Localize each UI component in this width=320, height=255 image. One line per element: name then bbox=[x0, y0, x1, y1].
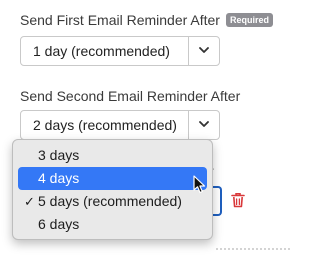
first-reminder-select[interactable]: 1 day (recommended) bbox=[20, 36, 220, 66]
option-label: 3 days bbox=[38, 147, 80, 163]
option-3-days[interactable]: 3 days bbox=[18, 144, 207, 167]
mouse-pointer-icon bbox=[193, 175, 206, 194]
days-dropdown-menu: 3 days 4 days ✓ 5 days (recommended) 6 d… bbox=[12, 139, 213, 240]
second-reminder-select[interactable]: 2 days (recommended) bbox=[20, 110, 220, 140]
first-reminder-label: Send First Email Reminder After bbox=[20, 12, 220, 28]
first-reminder-dropdown-toggle[interactable] bbox=[188, 37, 219, 65]
option-label: 4 days bbox=[38, 170, 80, 186]
chevron-down-icon bbox=[199, 47, 209, 53]
checkmark-icon: ✓ bbox=[24, 194, 35, 209]
second-reminder-value: 2 days (recommended) bbox=[33, 117, 177, 133]
second-reminder-dropdown-toggle[interactable] bbox=[188, 111, 219, 139]
required-badge: Required bbox=[225, 13, 273, 27]
first-reminder-value: 1 day (recommended) bbox=[33, 43, 170, 59]
first-reminder-label-row: Send First Email Reminder After Required bbox=[20, 12, 273, 28]
second-reminder-label: Send Second Email Reminder After bbox=[20, 88, 241, 104]
option-label: 5 days (recommended) bbox=[38, 193, 182, 209]
option-6-days[interactable]: 6 days bbox=[18, 213, 207, 236]
option-5-days-recommended[interactable]: ✓ 5 days (recommended) bbox=[18, 190, 207, 213]
chevron-down-icon bbox=[199, 121, 209, 127]
option-4-days[interactable]: 4 days bbox=[18, 167, 207, 190]
option-label: 6 days bbox=[38, 216, 80, 232]
divider-dots bbox=[215, 247, 292, 251]
trash-icon[interactable] bbox=[231, 192, 245, 208]
